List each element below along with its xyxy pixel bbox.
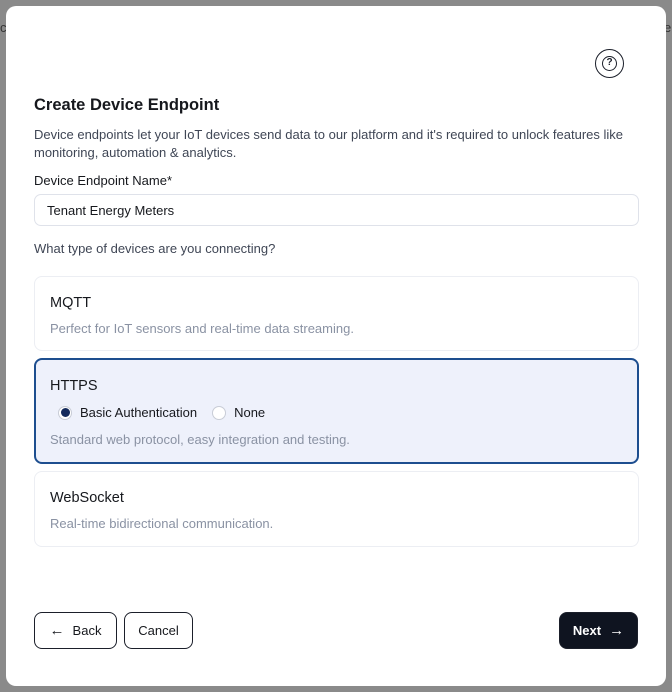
modal-description: Device endpoints let your IoT devices se… <box>34 127 624 160</box>
option-websocket[interactable]: WebSocket Real-time bidirectional commun… <box>34 471 639 547</box>
option-mqtt-description: Perfect for IoT sensors and real-time da… <box>50 321 354 336</box>
next-button[interactable]: Next → <box>559 612 638 649</box>
next-button-label: Next <box>572 623 602 638</box>
help-button[interactable]: ? <box>595 49 624 78</box>
none-auth-label[interactable]: None <box>234 405 265 420</box>
none-auth-radio[interactable] <box>212 405 227 420</box>
create-endpoint-modal: ? Create Device Endpoint Device endpoint… <box>6 6 666 686</box>
auth-radio-group: Basic Authentication None <box>58 405 280 420</box>
option-https-description: Standard web protocol, easy integration … <box>50 432 350 447</box>
basic-auth-label[interactable]: Basic Authentication <box>80 405 197 420</box>
option-https[interactable]: HTTPS Basic Authentication None Standard… <box>34 358 639 464</box>
option-websocket-title: WebSocket <box>50 490 124 506</box>
option-mqtt[interactable]: MQTT Perfect for IoT sensors and real-ti… <box>34 276 639 351</box>
endpoint-name-label: Device Endpoint Name* <box>34 173 173 188</box>
cancel-button[interactable]: Cancel <box>124 612 193 649</box>
cancel-button-label: Cancel <box>138 623 179 638</box>
question-circle-icon: ? <box>602 56 617 71</box>
modal-title: Create Device Endpoint <box>34 96 220 114</box>
option-https-title: HTTPS <box>50 378 98 394</box>
back-button[interactable]: ← Back <box>34 612 117 649</box>
arrow-left-icon: ← <box>49 622 65 639</box>
back-button-label: Back <box>72 623 102 638</box>
endpoint-name-input[interactable] <box>34 194 639 226</box>
basic-auth-radio[interactable] <box>58 405 72 420</box>
arrow-right-icon: → <box>609 622 625 639</box>
device-type-question: What type of devices are you connecting? <box>34 241 276 256</box>
option-mqtt-title: MQTT <box>50 295 92 311</box>
option-websocket-description: Real-time bidirectional communication. <box>50 516 274 531</box>
